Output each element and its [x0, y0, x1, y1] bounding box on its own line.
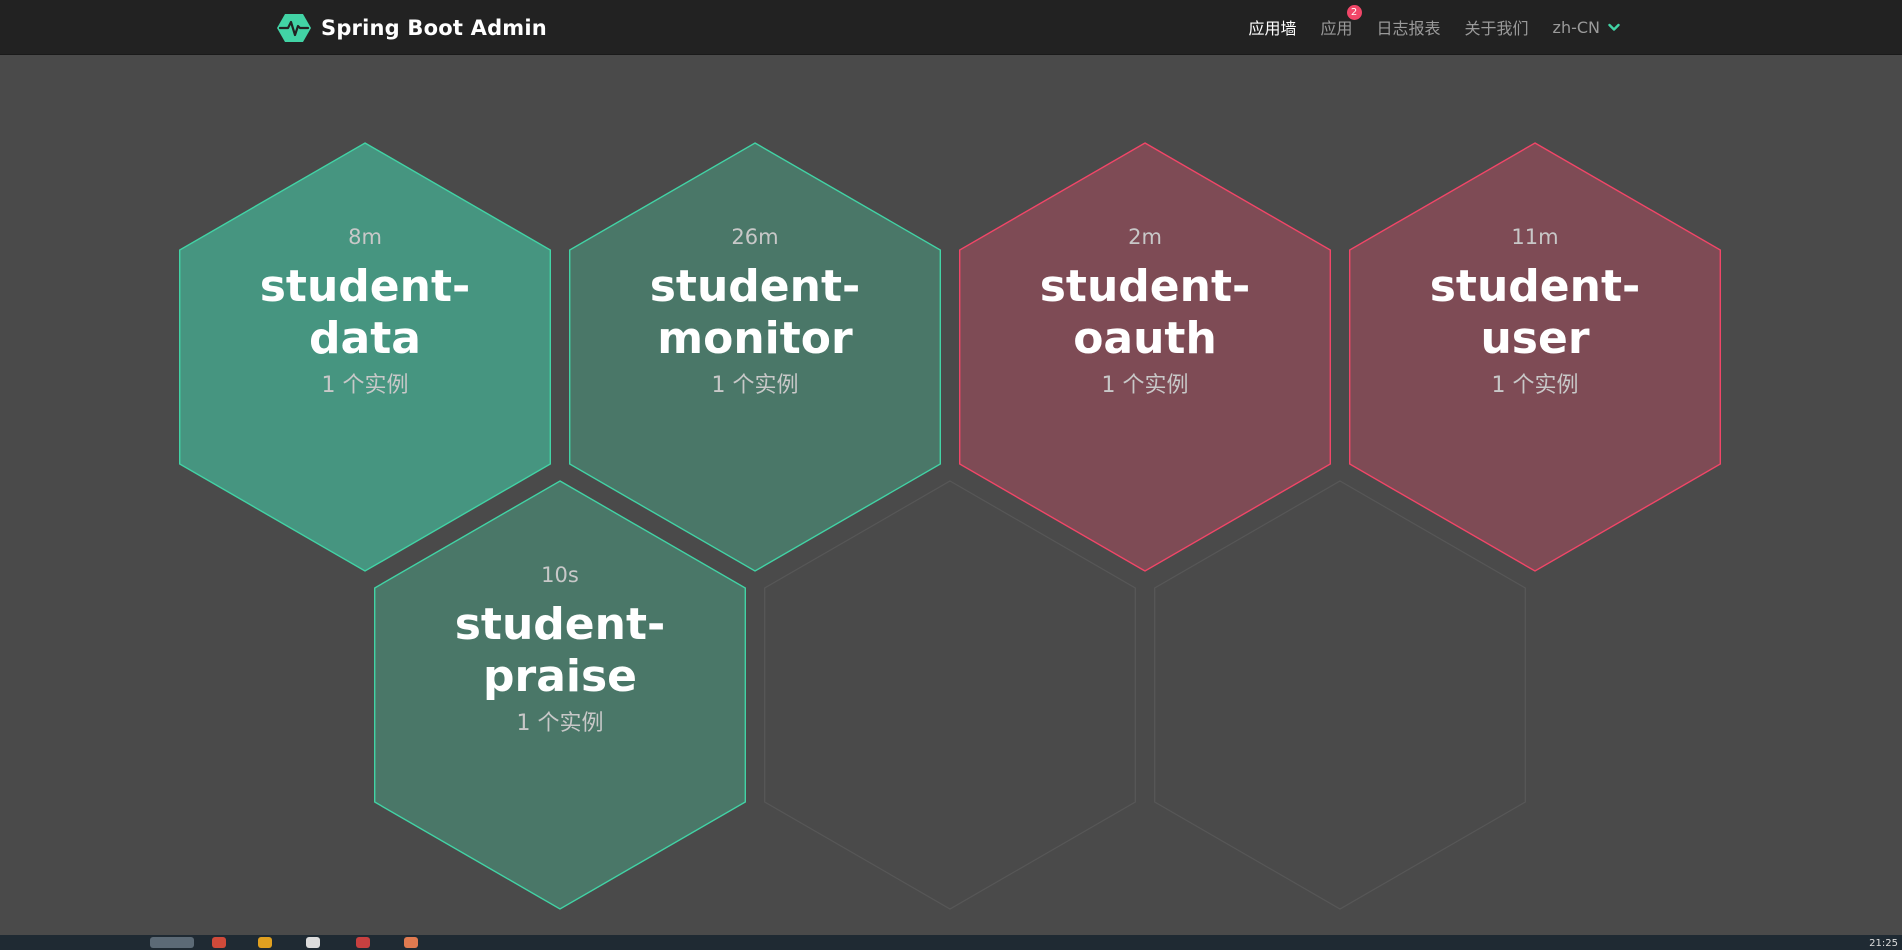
empty-hex-placeholder [764, 480, 1136, 910]
taskbar-app-icon[interactable] [306, 937, 320, 948]
brand-link[interactable]: Spring Boot Admin [277, 12, 547, 44]
chevron-down-icon [1608, 23, 1620, 31]
empty-hex-placeholder [1154, 480, 1526, 910]
app-hex-student-data[interactable] [178, 142, 551, 572]
notification-badge: 2 [1346, 5, 1362, 20]
app-hex-student-user[interactable] [1348, 142, 1722, 572]
taskbar-app-icon[interactable] [258, 937, 272, 948]
top-navbar: Spring Boot Admin 应用墙 应用 2 日志报表 关于我们 zh-… [0, 0, 1902, 55]
app-hex-student-praise[interactable] [374, 480, 746, 910]
taskbar-clock: 21:25 [1869, 938, 1898, 949]
hex-grid [178, 142, 1722, 910]
os-taskbar: 21:25 [0, 935, 1902, 950]
nav-item-applications-label: 应用 [1320, 19, 1353, 38]
app-title: Spring Boot Admin [321, 16, 547, 40]
nav-links: 应用墙 应用 2 日志报表 关于我们 zh-CN [1224, 0, 1620, 54]
language-selector[interactable]: zh-CN [1553, 18, 1620, 37]
taskbar-app-icon[interactable] [404, 937, 418, 948]
taskbar-app-icon[interactable] [356, 937, 370, 948]
app-hex-student-monitor[interactable] [569, 142, 941, 572]
nav-item-wallboard[interactable]: 应用墙 [1248, 15, 1296, 39]
nav-item-applications[interactable]: 应用 2 [1320, 5, 1362, 39]
taskbar-app-icon[interactable] [150, 937, 194, 948]
nav-item-log-reports[interactable]: 日志报表 [1377, 15, 1441, 39]
nav-item-about[interactable]: 关于我们 [1465, 15, 1529, 39]
heartbeat-hex-icon [277, 14, 311, 42]
application-wall: 8m student- data 1 个实例 26m student- moni… [0, 55, 1902, 935]
app-hex-student-oauth[interactable] [959, 142, 1332, 572]
language-label: zh-CN [1552, 17, 1600, 37]
taskbar-app-icon[interactable] [212, 937, 226, 948]
